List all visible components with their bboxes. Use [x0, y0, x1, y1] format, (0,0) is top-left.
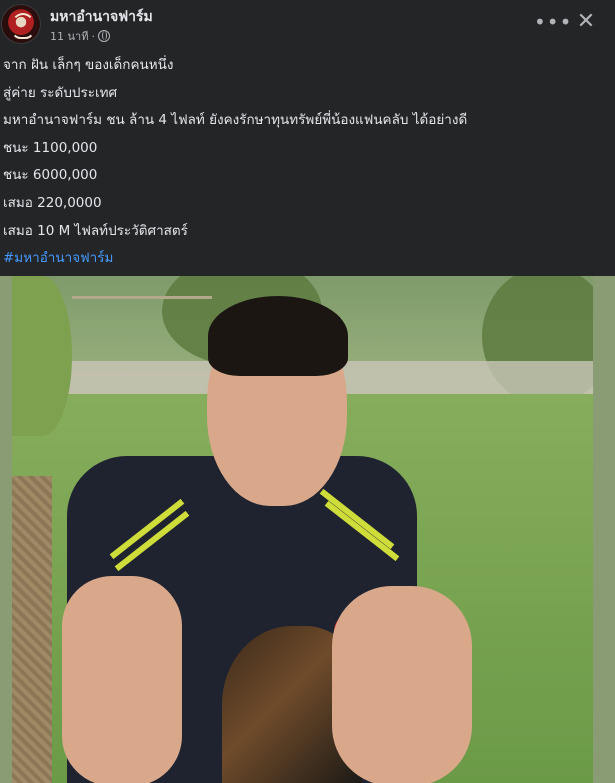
post-time[interactable]: 11 นาที	[50, 27, 88, 45]
hashtag-link[interactable]: #มหาอำนาจฟาร์ม	[3, 245, 608, 273]
post-text: จาก ฝัน เล็กๆ ของเด็กคนหนึ่ง สู่ค่าย ระด…	[3, 52, 608, 273]
photo-content	[12, 276, 593, 783]
page-avatar[interactable]	[2, 5, 40, 43]
post-line: ชนะ 1100,000	[3, 139, 98, 156]
globe-icon[interactable]	[97, 30, 110, 42]
person-arm-left	[62, 576, 182, 783]
close-icon[interactable]: ✕	[572, 8, 600, 36]
page-name[interactable]: มหาอำนาจฟาร์ม	[50, 6, 153, 28]
person-arm-right	[332, 586, 472, 783]
post-photo[interactable]	[0, 276, 615, 783]
post-line: เสมอ 10 M ไฟลท์ประวัติศาสตร์	[3, 222, 188, 239]
banana-leaf	[12, 276, 72, 436]
photo-border-right	[593, 276, 615, 783]
post-line: จาก ฝัน เล็กๆ ของเด็กคนหนึ่ง	[3, 57, 174, 73]
post-line: ชนะ 6000,000	[3, 167, 98, 184]
photo-border-left	[0, 276, 12, 783]
more-options-icon[interactable]: •••	[534, 10, 571, 36]
post-header: มหาอำนาจฟาร์ม 11 นาที · ••• ✕	[0, 0, 615, 50]
post-line: เสมอ 220,0000	[3, 194, 102, 211]
person-hair	[208, 296, 348, 376]
meta-separator: ·	[91, 29, 95, 43]
post-line: สู่ค่าย ระดับประเทศ	[3, 84, 118, 101]
post-meta: 11 นาที ·	[50, 27, 110, 45]
post-line: มหาอำนาจฟาร์ม ชน ล้าน 4 ไฟลท์ ยังคงรักษา…	[3, 112, 468, 129]
woven-basket	[12, 476, 52, 783]
